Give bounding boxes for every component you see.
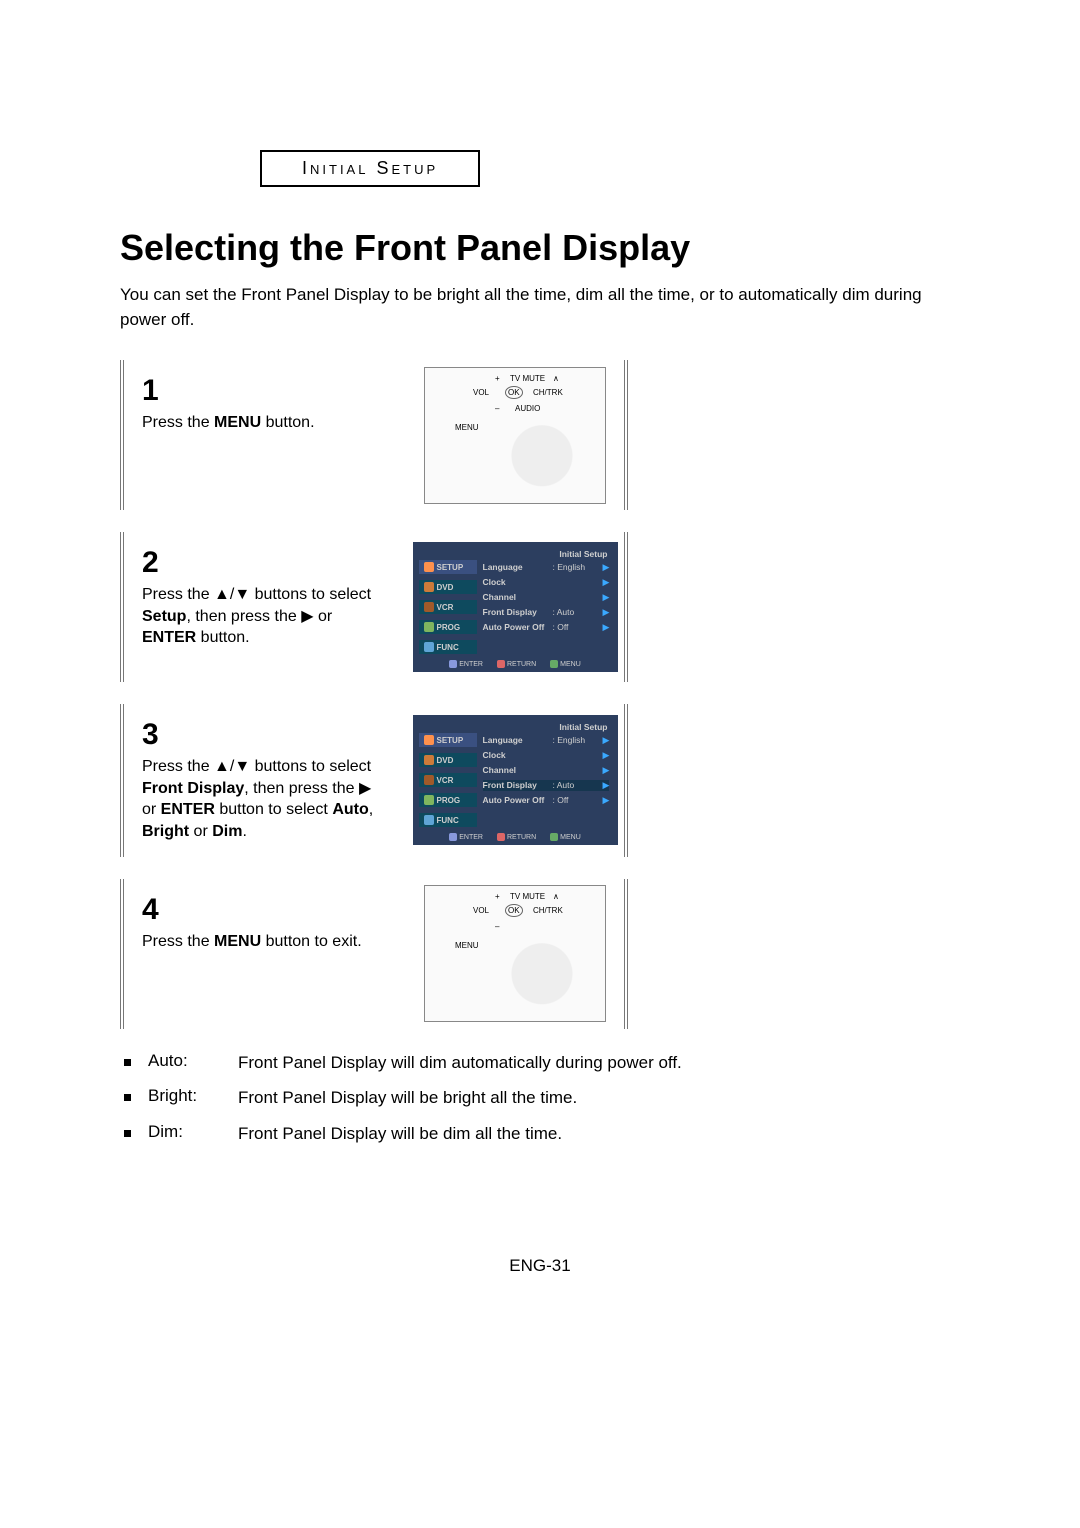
step-1: 1 Press the MENU button. + TV MUTE ∧ VOL… <box>120 360 628 510</box>
step-2-desc: Press the ▲/▼ buttons to select Setup, t… <box>142 584 388 649</box>
osd-menu-1: Initial Setup SETUP DVD VCR PROG FUNC La… <box>413 542 618 672</box>
bullet-icon <box>124 1094 131 1101</box>
osd-menu-2: Initial Setup SETUP DVD VCR PROG FUNC La… <box>413 715 618 845</box>
page-number: ENG-31 <box>120 1256 960 1276</box>
step-4-number: 4 <box>142 893 388 927</box>
mode-auto: Auto: Front Panel Display will dim autom… <box>120 1051 960 1075</box>
page-title: Selecting the Front Panel Display <box>120 227 960 269</box>
mode-bright: Bright: Front Panel Display will be brig… <box>120 1086 960 1110</box>
mode-list: Auto: Front Panel Display will dim autom… <box>120 1051 960 1146</box>
step-3-desc: Press the ▲/▼ buttons to select Front Di… <box>142 756 388 842</box>
mode-dim: Dim: Front Panel Display will be dim all… <box>120 1122 960 1146</box>
step-4-desc: Press the MENU button to exit. <box>142 931 388 953</box>
step-3-number: 3 <box>142 718 388 752</box>
section-label-box: Initial Setup <box>260 150 480 187</box>
bullet-icon <box>124 1130 131 1137</box>
step-4: 4 Press the MENU button to exit. + TV MU… <box>120 879 628 1029</box>
step-1-desc: Press the MENU button. <box>142 412 388 434</box>
intro-text: You can set the Front Panel Display to b… <box>120 283 960 332</box>
step-3: 3 Press the ▲/▼ buttons to select Front … <box>120 704 628 856</box>
remote-illustration-2: + TV MUTE ∧ VOL OK CH/TRK – MENU <box>424 885 606 1022</box>
remote-illustration-1: + TV MUTE ∧ VOL OK CH/TRK – AUDIO MENU <box>424 367 606 504</box>
bullet-icon <box>124 1059 131 1066</box>
section-label: Initial Setup <box>302 158 438 178</box>
step-2-number: 2 <box>142 546 388 580</box>
step-2: 2 Press the ▲/▼ buttons to select Setup,… <box>120 532 628 682</box>
step-1-number: 1 <box>142 374 388 408</box>
